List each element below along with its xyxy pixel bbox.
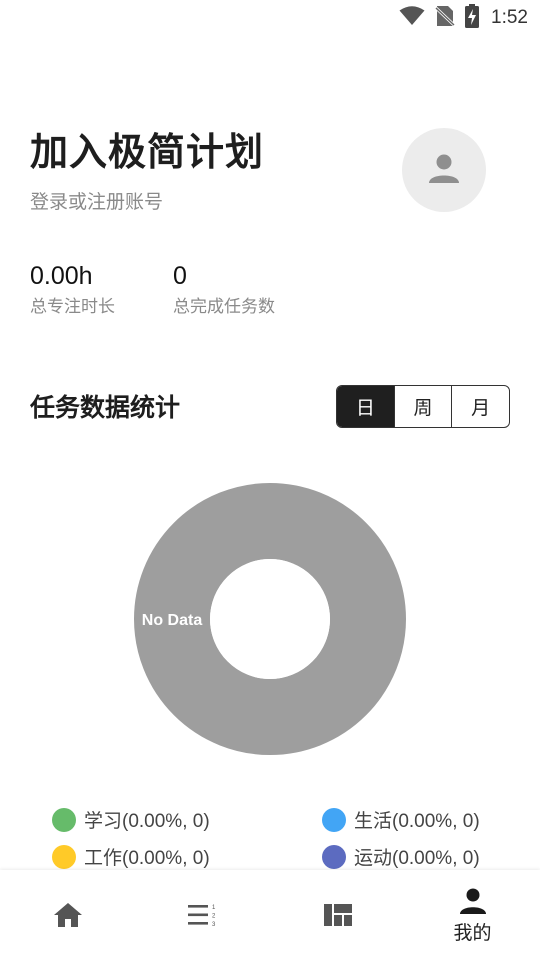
stat-focus-time: 0.00h 总专注时长: [30, 262, 173, 318]
no-sim-icon: [434, 5, 456, 31]
svg-text:2: 2: [212, 914, 216, 920]
nav-label-mine: 我的: [453, 922, 492, 944]
donut-chart: No Data: [134, 483, 406, 755]
chart-legend: 学习(0.00%, 0) 生活(0.00%, 0) 工作(0.00%, 0) 运…: [52, 801, 502, 875]
person-icon: [428, 152, 460, 188]
dashboard-icon: [323, 900, 352, 930]
wifi-icon: [399, 6, 425, 30]
profile-header[interactable]: 加入极简计划 登录或注册账号: [30, 128, 264, 214]
nav-item-dashboard[interactable]: [270, 870, 405, 960]
person-icon: [459, 886, 487, 916]
legend-dot-work: [52, 844, 76, 869]
avatar[interactable]: [402, 128, 486, 212]
period-selector: 日 周 月: [336, 385, 510, 428]
legend-label: 学习(0.00%, 0): [84, 811, 210, 832]
nav-item-home[interactable]: [0, 870, 135, 960]
period-month-button[interactable]: 月: [451, 386, 509, 427]
profile-subtitle[interactable]: 登录或注册账号: [30, 190, 264, 214]
legend-item-study: 学习(0.00%, 0): [52, 801, 322, 838]
status-time: 1:52: [491, 7, 528, 28]
status-icons: 1:52: [399, 4, 528, 32]
stat-completed-tasks: 0 总完成任务数: [173, 262, 316, 318]
period-day-button[interactable]: 日: [337, 386, 394, 427]
stats-row: 0.00h 总专注时长 0 总完成任务数: [30, 262, 316, 318]
status-bar: 1:52: [0, 0, 540, 36]
stat-value: 0: [173, 262, 187, 290]
profile-title: 加入极简计划: [30, 130, 265, 174]
stat-label: 总专注时长: [30, 297, 115, 317]
stat-value: 0.00h: [30, 262, 93, 290]
donut-hole: [210, 559, 330, 679]
legend-dot-sport: [322, 844, 346, 869]
legend-item-life: 生活(0.00%, 0): [322, 801, 480, 838]
ordered-list-icon: 1 2 3: [187, 900, 218, 930]
nav-item-list[interactable]: 1 2 3: [135, 870, 270, 960]
legend-label: 生活(0.00%, 0): [354, 811, 480, 832]
section-title-task-stats: 任务数据统计: [30, 393, 181, 422]
period-week-button[interactable]: 周: [393, 386, 452, 427]
bottom-nav: 1 2 3 我的: [0, 870, 540, 960]
svg-text:1: 1: [212, 905, 216, 911]
stat-label: 总完成任务数: [173, 297, 275, 317]
legend-label: 工作(0.00%, 0): [84, 848, 210, 869]
legend-dot-study: [52, 807, 76, 832]
chart-no-data-label: No Data: [142, 612, 203, 629]
battery-charging-icon: [465, 4, 480, 32]
legend-label: 运动(0.00%, 0): [354, 848, 480, 869]
home-icon: [53, 900, 83, 930]
legend-dot-life: [322, 807, 346, 832]
nav-item-mine[interactable]: 我的: [405, 870, 540, 960]
svg-text:3: 3: [212, 922, 216, 928]
legend-row: 学习(0.00%, 0) 生活(0.00%, 0): [52, 801, 502, 838]
